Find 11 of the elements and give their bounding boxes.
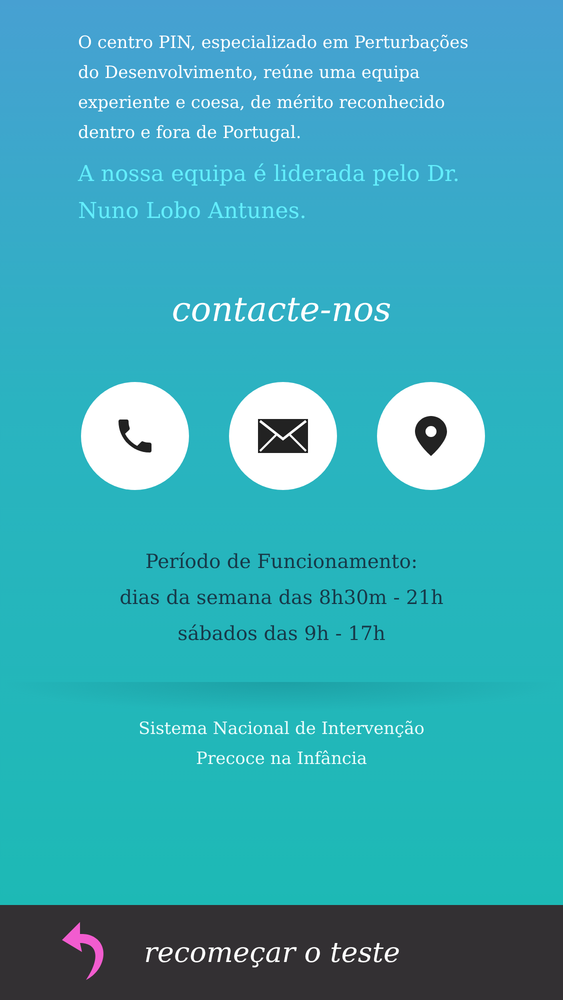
intro-paragraph: O centro PIN, especializado em Perturbações do Desenvolvimento, reúne uma equipa experiente e coesa, de mérito reconhecido dentro e fora de Portugal. bbox=[78, 32, 470, 145]
hours-text: dias da semana das 8h30m - 21h bbox=[118, 585, 444, 611]
contact-heading: contacte-nos bbox=[170, 290, 392, 330]
envelope-icon bbox=[258, 419, 308, 453]
hours-text: sábados das 9h - 17h bbox=[176, 621, 386, 647]
program-name-text: Sistema Nacional de Intervenção bbox=[137, 718, 426, 741]
program-name-text: Precoce na Infância bbox=[195, 748, 368, 771]
restart-test-button[interactable]: recomeçar o teste bbox=[0, 905, 563, 1000]
location-pin-icon bbox=[415, 416, 447, 456]
hours-text: Período de Funcionamento: bbox=[144, 549, 419, 575]
team-lead-text: A nossa equipa é liderada pelo Dr. Nuno Lobo Antunes. bbox=[78, 161, 461, 226]
